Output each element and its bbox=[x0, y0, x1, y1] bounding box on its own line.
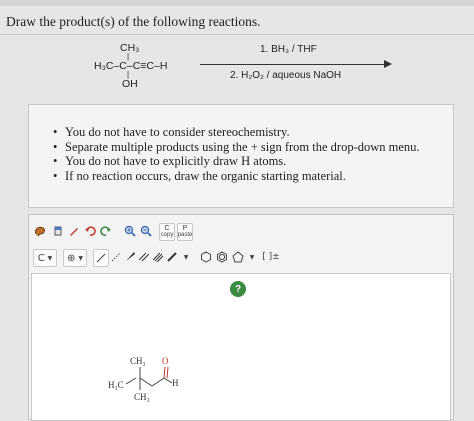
copy-sub-label: copy bbox=[160, 232, 174, 238]
benzene-icon bbox=[217, 251, 227, 263]
ring-dropdown[interactable]: ▼ bbox=[245, 249, 259, 265]
structure-editor: C copy P paste C ▼ ⊕ ▼ ▼ ▼ []± ? CH₃ O … bbox=[28, 214, 454, 421]
chevron-down-icon: ▼ bbox=[249, 253, 255, 261]
atom-dropdown[interactable]: C ▼ bbox=[33, 249, 57, 267]
copy-button[interactable]: C copy bbox=[159, 223, 175, 241]
zoom-in-icon[interactable] bbox=[123, 223, 137, 239]
reactant-methyl: CH₃ bbox=[120, 42, 140, 54]
triple-bond-icon bbox=[153, 252, 163, 262]
pencil-red-icon[interactable] bbox=[67, 223, 81, 239]
editor-toolbar-bottom: C ▼ ⊕ ▼ ▼ ▼ []± bbox=[29, 249, 453, 273]
chevron-down-icon: ▼ bbox=[47, 254, 53, 262]
double-bond-icon bbox=[139, 252, 149, 262]
benzene-ring-tool[interactable] bbox=[215, 249, 229, 265]
reagent-step-1: 1. BH₃ / THF bbox=[260, 44, 317, 55]
instruction-item: You do not have to explicitly draw H ato… bbox=[53, 154, 420, 169]
bracket-tool[interactable]: [ ]± bbox=[261, 249, 281, 265]
pentagon-icon bbox=[232, 251, 244, 263]
editor-toolbar-top: C copy P paste bbox=[29, 223, 453, 247]
undo-icon[interactable] bbox=[83, 223, 97, 239]
reagent-step-2: 2. H₂O₂ / aqueous NaOH bbox=[230, 70, 342, 81]
instructions-list: You do not have to consider stereochemis… bbox=[53, 125, 420, 184]
instruction-item: You do not have to consider stereochemis… bbox=[53, 125, 420, 140]
dashed-bond-tool[interactable] bbox=[109, 249, 123, 265]
help-icon[interactable]: ? bbox=[230, 281, 246, 297]
reaction-arrow bbox=[200, 64, 388, 65]
pentagon-ring-tool[interactable] bbox=[231, 249, 245, 265]
bond-dropdown[interactable]: ▼ bbox=[179, 249, 193, 265]
zoom-out-icon[interactable] bbox=[139, 223, 153, 239]
reactant-main-chain: H₃C–C–C≡C–H bbox=[94, 60, 168, 72]
top-bar bbox=[0, 0, 474, 6]
charge-dropdown[interactable]: ⊕ ▼ bbox=[63, 249, 87, 267]
reactant-hydroxyl: OH bbox=[122, 78, 138, 90]
plus-circle-icon: ⊕ bbox=[66, 252, 76, 264]
chain-tool[interactable] bbox=[165, 249, 179, 265]
single-bond-icon bbox=[96, 253, 106, 263]
instruction-item: Separate multiple products using the + s… bbox=[53, 140, 420, 155]
hexagon-ring-tool[interactable] bbox=[199, 249, 213, 265]
single-bond-tool[interactable] bbox=[93, 249, 109, 267]
question-title: Draw the product(s) of the following rea… bbox=[6, 14, 261, 29]
eraser-icon[interactable] bbox=[51, 223, 65, 239]
divider bbox=[0, 34, 474, 35]
paste-sub-label: paste bbox=[177, 232, 193, 238]
chain-icon bbox=[167, 252, 177, 262]
instruction-item: If no reaction occurs, draw the organic … bbox=[53, 169, 420, 184]
chevron-down-icon: ▼ bbox=[183, 253, 189, 261]
double-bond-tool[interactable] bbox=[137, 249, 151, 265]
dashed-bond-icon bbox=[111, 252, 121, 262]
chevron-down-icon: ▼ bbox=[78, 254, 83, 262]
atom-select-value: C bbox=[37, 252, 45, 264]
drawn-product-bonds bbox=[125, 366, 173, 390]
paste-button[interactable]: P paste bbox=[177, 223, 193, 241]
redo-icon[interactable] bbox=[99, 223, 113, 239]
instructions-box: You do not have to consider stereochemis… bbox=[28, 104, 454, 208]
reaction-arrow-head bbox=[384, 60, 392, 68]
wedge-bond-tool[interactable] bbox=[123, 249, 137, 265]
hexagon-icon bbox=[201, 251, 211, 263]
drawing-canvas[interactable]: ? CH₃ O H₃C H CH₃ bbox=[31, 273, 451, 421]
bracket-label: [ ]± bbox=[262, 252, 280, 262]
wedge-bond-icon bbox=[126, 252, 135, 261]
lasso-select-icon[interactable] bbox=[33, 223, 47, 239]
triple-bond-tool[interactable] bbox=[151, 249, 165, 265]
